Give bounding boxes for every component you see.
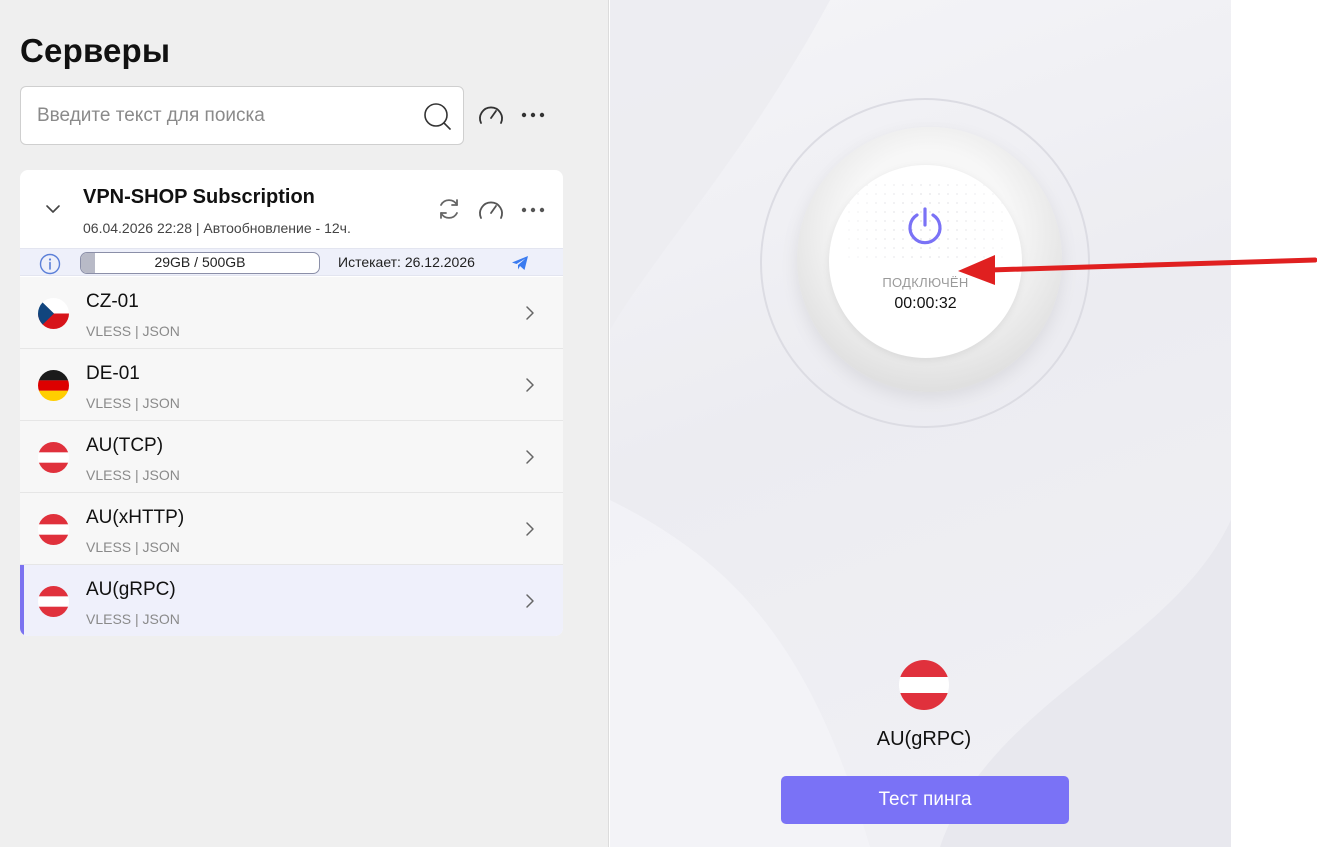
chevron-right-icon[interactable] <box>523 593 537 609</box>
chevron-down-icon[interactable] <box>44 200 62 218</box>
server-row[interactable]: CZ-01 VLESS | JSON <box>20 277 563 349</box>
page-title: Серверы <box>20 32 171 69</box>
telegram-icon[interactable] <box>511 254 529 272</box>
subscription-card: VPN-SHOP Subscription 06.04.2026 22:28 |… <box>20 170 563 636</box>
speedometer-icon[interactable] <box>477 101 505 129</box>
more-icon[interactable] <box>519 198 547 222</box>
server-name: AU(gRPC) <box>86 579 176 600</box>
search-box[interactable] <box>20 86 464 145</box>
server-protocol: VLESS | JSON <box>86 323 180 339</box>
usage-text: 29GB / 500GB <box>154 254 246 270</box>
speedometer-icon[interactable] <box>477 196 505 224</box>
server-name: AU(xHTTP) <box>86 507 185 528</box>
ping-test-button[interactable]: Тест пинга <box>781 776 1069 824</box>
chevron-right-icon[interactable] <box>523 377 537 393</box>
server-row[interactable]: AU(TCP) VLESS | JSON <box>20 421 563 493</box>
chevron-right-icon[interactable] <box>523 521 537 537</box>
at-flag-icon <box>38 586 69 617</box>
at-flag-icon <box>38 514 69 545</box>
at-flag-icon <box>899 660 949 710</box>
server-name: AU(TCP) <box>86 435 164 456</box>
de-flag-icon <box>38 370 69 401</box>
server-row[interactable]: DE-01 VLESS | JSON <box>20 349 563 421</box>
chevron-right-icon[interactable] <box>523 449 537 465</box>
info-icon[interactable] <box>39 253 61 275</box>
server-row[interactable]: AU(xHTTP) VLESS | JSON <box>20 493 563 565</box>
server-protocol: VLESS | JSON <box>86 539 180 555</box>
server-protocol: VLESS | JSON <box>86 611 180 627</box>
connection-pane: ПОДКЛЮЧЁН 00:00:32 AU(gRPC) Тест пинга <box>610 0 1231 847</box>
subscription-meta: 06.04.2026 22:28 | Автообновление - 12ч. <box>83 220 351 236</box>
connection-timer: 00:00:32 <box>894 295 957 312</box>
subscription-header[interactable]: VPN-SHOP Subscription 06.04.2026 22:28 |… <box>20 170 563 248</box>
usage-progress-bar: 29GB / 500GB <box>80 252 320 274</box>
cz-flag-icon <box>38 298 69 329</box>
search-input[interactable] <box>37 87 417 144</box>
subscription-name: VPN-SHOP Subscription <box>83 186 315 208</box>
server-row[interactable]: AU(gRPC) VLESS | JSON <box>20 565 563 636</box>
server-protocol: VLESS | JSON <box>86 467 180 483</box>
server-name: DE-01 <box>86 363 140 384</box>
servers-pane: Серверы VPN-SHOP Subscription 06.04.2026… <box>0 0 609 847</box>
annotation-arrow <box>958 255 1317 285</box>
current-server-name: AU(gRPC) <box>876 728 972 750</box>
server-protocol: VLESS | JSON <box>86 395 180 411</box>
expiry-text: Истекает: 26.12.2026 <box>338 254 475 270</box>
window-edge <box>1231 0 1317 847</box>
at-flag-icon <box>38 442 69 473</box>
server-name: CZ-01 <box>86 291 139 312</box>
chevron-right-icon[interactable] <box>523 305 537 321</box>
more-icon[interactable] <box>519 103 547 127</box>
power-icon <box>908 207 942 245</box>
server-list: CZ-01 VLESS | JSON DE-01 VLESS | JSON AU(TCP… <box>20 277 563 636</box>
search-icon[interactable] <box>423 102 451 130</box>
refresh-icon[interactable] <box>436 196 462 222</box>
usage-strip: 29GB / 500GB Истекает: 26.12.2026 <box>20 248 563 276</box>
